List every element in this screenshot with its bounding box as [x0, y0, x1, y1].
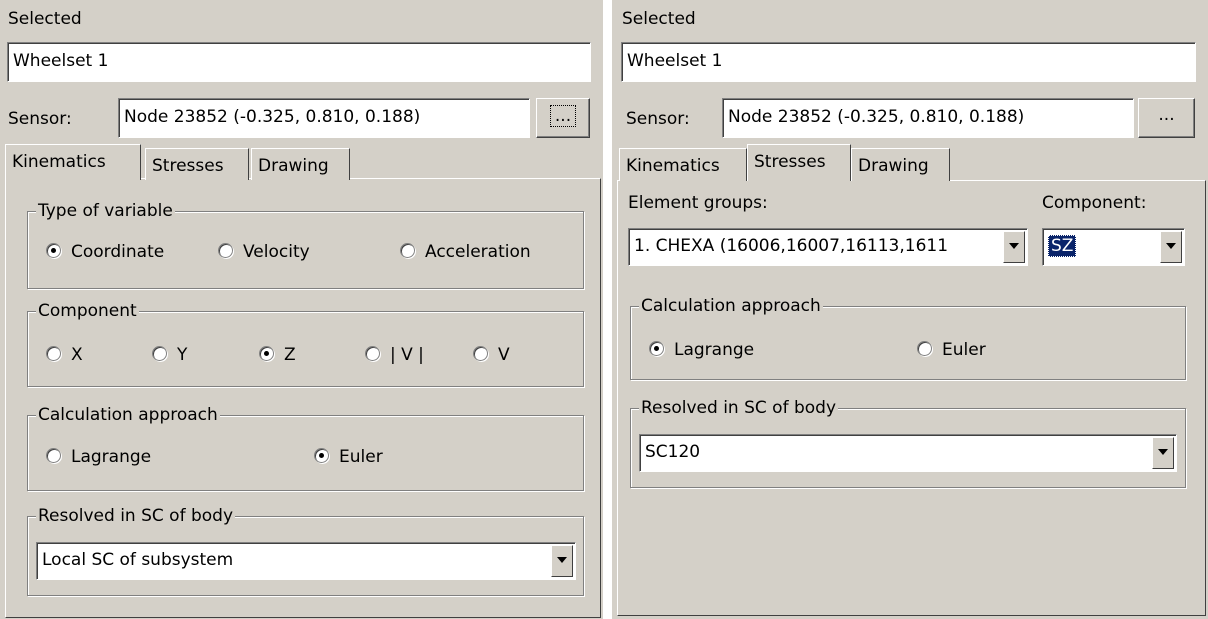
- lagrange-label: Lagrange: [71, 447, 152, 467]
- sensor-label: Sensor:: [626, 109, 690, 129]
- calculation-approach-group: Calculation approach Lagrange Euler: [27, 403, 584, 491]
- component-label: Component:: [1042, 193, 1147, 213]
- component-z-label: Z: [284, 345, 296, 365]
- component-select[interactable]: SZ: [1042, 228, 1185, 266]
- component-y-radio[interactable]: Y: [152, 343, 187, 367]
- component-x-label: X: [71, 345, 83, 365]
- radio-icon: [218, 242, 233, 258]
- dropdown-arrow-icon[interactable]: [1160, 231, 1182, 263]
- sensor-field[interactable]: Node 23852 (-0.325, 0.810, 0.188): [722, 98, 1134, 138]
- radio-icon: [473, 345, 488, 361]
- radio-checked-icon: [314, 447, 329, 463]
- euler-radio[interactable]: Euler: [314, 445, 383, 469]
- browse-button-label: ...: [549, 105, 577, 127]
- component-group: Component X Y Z | V | V: [27, 299, 584, 387]
- component-x-radio[interactable]: X: [46, 343, 83, 367]
- calculation-approach-group: Calculation approach Lagrange Euler: [630, 294, 1186, 380]
- component-v-radio[interactable]: V: [473, 343, 510, 367]
- coordinate-label: Coordinate: [71, 242, 165, 262]
- lagrange-radio[interactable]: Lagrange: [46, 445, 151, 469]
- dropdown-arrow-icon[interactable]: [551, 545, 573, 577]
- resolved-sc-title: Resolved in SC of body: [639, 396, 839, 420]
- component-y-label: Y: [177, 345, 188, 365]
- euler-radio[interactable]: Euler: [917, 338, 986, 362]
- element-groups-value: 1. CHEXA (16006,16007,16113,1611: [634, 236, 949, 256]
- lagrange-radio[interactable]: Lagrange: [649, 338, 754, 362]
- element-groups-label: Element groups:: [628, 193, 768, 213]
- resolved-sc-select[interactable]: SC120: [639, 434, 1177, 472]
- radio-icon: [152, 345, 167, 361]
- radio-checked-icon: [259, 345, 274, 361]
- dropdown-arrow-icon[interactable]: [1003, 231, 1025, 263]
- radio-icon: [46, 447, 61, 463]
- acceleration-radio[interactable]: Acceleration: [400, 240, 531, 264]
- resolved-sc-group: Resolved in SC of body Local SC of subsy…: [27, 504, 584, 596]
- sensor-label: Sensor:: [8, 109, 72, 129]
- type-of-variable-title: Type of variable: [36, 199, 175, 223]
- tab-drawing[interactable]: Drawing: [851, 148, 950, 181]
- tab-stresses[interactable]: Stresses: [145, 148, 249, 180]
- resolved-sc-title: Resolved in SC of body: [36, 504, 236, 528]
- browse-button-label: ...: [1158, 105, 1175, 125]
- tab-kinematics[interactable]: Kinematics: [619, 148, 747, 181]
- tab-stresses[interactable]: Stresses: [747, 144, 851, 181]
- calculation-approach-title: Calculation approach: [36, 403, 220, 427]
- selected-field[interactable]: Wheelset 1: [621, 42, 1196, 82]
- radio-icon: [917, 340, 932, 356]
- radio-icon: [400, 242, 415, 258]
- tab-drawing[interactable]: Drawing: [251, 148, 350, 180]
- resolved-sc-value: SC120: [645, 442, 701, 462]
- sensor-browse-button[interactable]: ...: [1138, 98, 1195, 138]
- type-of-variable-group: Type of variable Coordinate Velocity Acc…: [27, 199, 584, 289]
- selected-label: Selected: [622, 9, 696, 29]
- euler-label: Euler: [942, 340, 986, 360]
- tab-kinematics[interactable]: Kinematics: [5, 144, 141, 180]
- euler-label: Euler: [339, 447, 383, 467]
- acceleration-label: Acceleration: [425, 242, 531, 262]
- velocity-radio[interactable]: Velocity: [218, 240, 310, 264]
- component-abs-v-label: | V |: [390, 345, 424, 365]
- component-title: Component: [36, 299, 139, 323]
- radio-checked-icon: [46, 242, 61, 258]
- radio-checked-icon: [649, 340, 664, 356]
- kinematics-panel: Selected Wheelset 1 Sensor: Node 23852 (…: [0, 0, 603, 619]
- radio-icon: [365, 345, 380, 361]
- radio-icon: [46, 345, 61, 361]
- stresses-panel: Selected Wheelset 1 Sensor: Node 23852 (…: [612, 0, 1208, 619]
- selected-field[interactable]: Wheelset 1: [7, 42, 591, 82]
- sensor-field[interactable]: Node 23852 (-0.325, 0.810, 0.188): [118, 98, 530, 138]
- component-abs-v-radio[interactable]: | V |: [365, 343, 424, 367]
- component-value-wrap: SZ: [1048, 233, 1114, 259]
- calculation-approach-title: Calculation approach: [639, 294, 823, 318]
- component-v-label: V: [498, 345, 510, 365]
- coordinate-radio[interactable]: Coordinate: [46, 240, 164, 264]
- velocity-label: Velocity: [243, 242, 310, 262]
- sensor-browse-button[interactable]: ...: [536, 98, 590, 138]
- component-z-radio[interactable]: Z: [259, 343, 296, 367]
- selected-label: Selected: [8, 9, 82, 29]
- component-value: SZ: [1048, 235, 1077, 257]
- resolved-sc-select[interactable]: Local SC of subsystem: [36, 542, 576, 580]
- resolved-sc-value: Local SC of subsystem: [42, 550, 234, 570]
- dropdown-arrow-icon[interactable]: [1152, 437, 1174, 469]
- lagrange-label: Lagrange: [674, 340, 755, 360]
- element-groups-select[interactable]: 1. CHEXA (16006,16007,16113,1611: [628, 228, 1028, 266]
- resolved-sc-group: Resolved in SC of body SC120: [630, 396, 1186, 488]
